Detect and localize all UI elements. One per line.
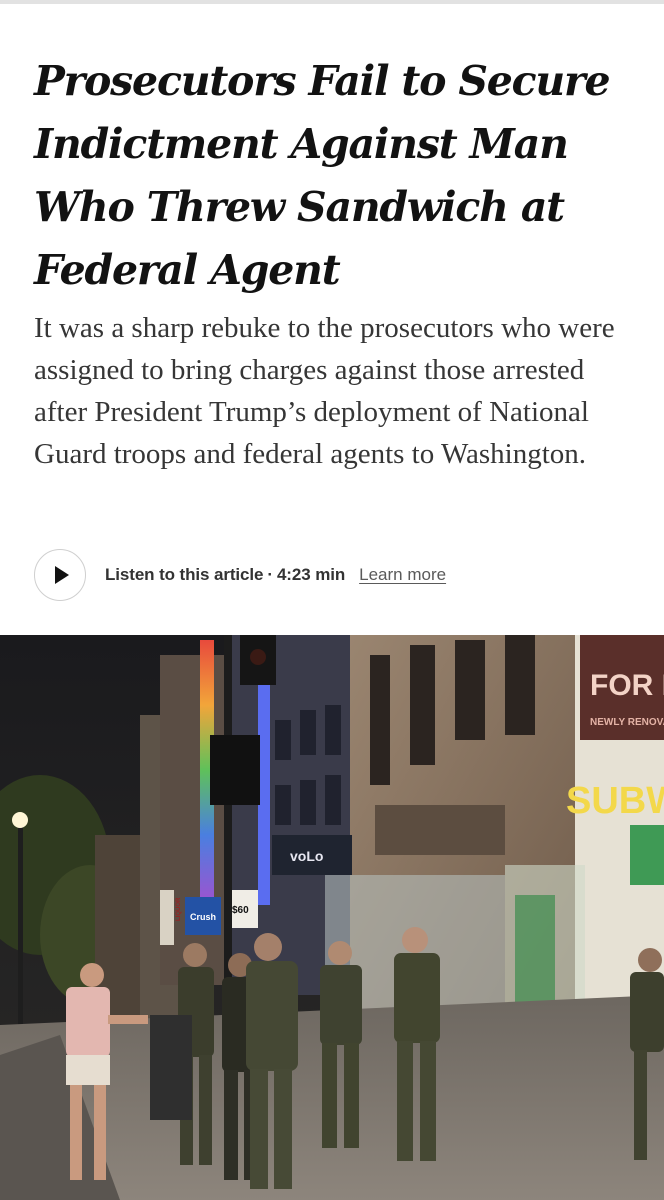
- volo-sign-text: voLo: [290, 848, 323, 864]
- article-photo[interactable]: FOR L NEWLY RENOVATE SUBW voLo Crush LIQ…: [0, 635, 664, 1200]
- trash-can: [150, 1015, 192, 1120]
- article-headline: Prosecutors Fail to Secure Indictment Ag…: [34, 57, 611, 294]
- for-lease-text: FOR L: [590, 669, 664, 702]
- play-button[interactable]: [34, 549, 86, 601]
- crush-banner-text: Crush: [190, 912, 216, 922]
- transom-window: [375, 805, 505, 855]
- listen-separator: ·: [267, 565, 273, 584]
- window-poster: [515, 895, 555, 1005]
- top-divider: [0, 0, 664, 4]
- article-page: Prosecutors Fail to Secure Indictment Ag…: [0, 0, 664, 1200]
- listen-label: Listen to this article: [105, 565, 264, 584]
- listen-info: Listen to this article · 4:23 min: [105, 565, 345, 585]
- article-summary: It was a sharp rebuke to the prosecutors…: [34, 312, 615, 470]
- newly-renovated-text: NEWLY RENOVATE: [590, 717, 664, 728]
- audio-duration: 4:23 min: [276, 565, 346, 584]
- green-window-light: [630, 825, 664, 885]
- store-sign-text: SUBW: [566, 780, 664, 822]
- signal-lamp: [250, 649, 266, 665]
- street-lamp: [12, 812, 28, 828]
- liquor-sign-text: LIQUOR: [176, 897, 182, 921]
- audio-player: Listen to this article · 4:23 min Learn mo…: [34, 548, 446, 602]
- traffic-signal: [210, 735, 260, 805]
- play-icon: [55, 566, 69, 584]
- liquor-sign: [160, 890, 174, 945]
- learn-more-link[interactable]: Learn more: [359, 565, 446, 585]
- parking-sign-text: $60: [232, 905, 249, 916]
- street-lamp-pole: [18, 825, 23, 1045]
